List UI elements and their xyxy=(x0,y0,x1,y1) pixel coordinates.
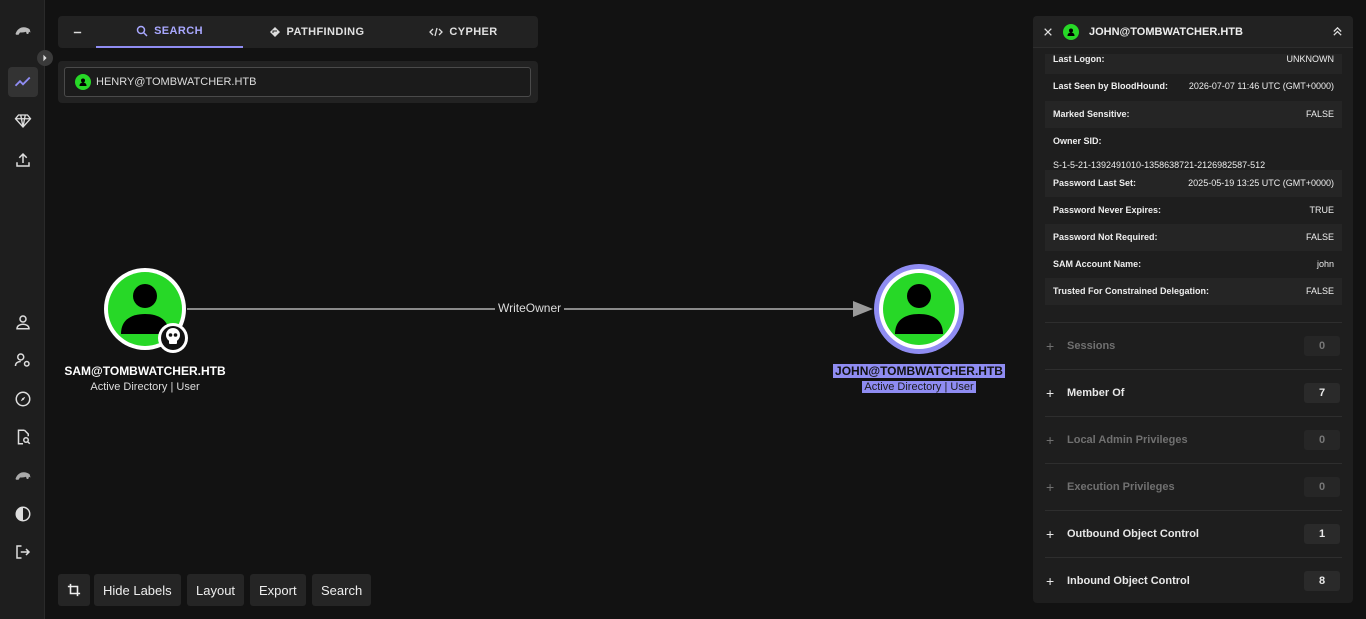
tab-cypher-label: CYPHER xyxy=(449,26,498,38)
upload-icon[interactable] xyxy=(8,145,38,175)
hide-labels-button[interactable]: Hide Labels xyxy=(94,574,181,606)
count-badge: 1 xyxy=(1304,524,1340,544)
plus-icon: + xyxy=(1046,385,1055,401)
prop-password-last-set: Password Last Set: 2025-05-19 13:25 UTC (… xyxy=(1045,170,1342,197)
user-settings-icon[interactable] xyxy=(8,345,38,375)
prop-marked-sensitive: Marked Sensitive: FALSE xyxy=(1045,101,1342,128)
skull-icon xyxy=(158,323,188,353)
panel-header: JOHN@TOMBWATCHER.HTB xyxy=(1033,16,1353,48)
export-button[interactable]: Export xyxy=(250,574,306,606)
left-nav-rail xyxy=(0,0,53,619)
user-icon xyxy=(1063,23,1079,40)
target-node-type: Active Directory | User xyxy=(862,381,976,393)
search-icon xyxy=(136,25,148,37)
plus-icon: + xyxy=(1046,573,1055,589)
explore-graph-icon[interactable] xyxy=(8,67,38,97)
prop-last-seen: Last Seen by BloodHound: 2026-07-07 11:46… xyxy=(1053,81,1334,91)
prop-password-not-required: Password Not Required: FALSE xyxy=(1045,224,1342,251)
count-badge: 0 xyxy=(1304,430,1340,450)
prop-password-never-expires: Password Never Expires: TRUE xyxy=(1053,205,1334,215)
edge-label[interactable]: WriteOwner xyxy=(495,301,565,315)
target-node-label[interactable]: JOHN@TOMBWATCHER.HTB Active Directory | … xyxy=(827,364,1011,393)
tab-cypher[interactable]: CYPHER xyxy=(390,16,537,48)
section-sessions[interactable]: + Sessions 0 xyxy=(1045,322,1342,369)
tab-search[interactable]: SEARCH xyxy=(96,16,243,48)
section-inbound-control[interactable]: + Inbound Object Control 8 xyxy=(1045,557,1342,603)
section-execution-privileges[interactable]: + Execution Privileges 0 xyxy=(1045,463,1342,510)
count-badge: 7 xyxy=(1304,383,1340,403)
search-box-wrap: HENRY@TOMBWATCHER.HTB xyxy=(58,61,538,103)
source-node-label[interactable]: SAM@TOMBWATCHER.HTB Active Directory | U… xyxy=(58,364,232,393)
section-local-admin[interactable]: + Local Admin Privileges 0 xyxy=(1045,416,1342,463)
close-icon[interactable] xyxy=(1043,27,1053,37)
plus-icon: + xyxy=(1046,526,1055,542)
minus-icon xyxy=(73,31,81,33)
plus-icon: + xyxy=(1046,479,1055,495)
property-list: Last Logon: UNKNOWN Last Seen by BloodHou… xyxy=(1045,54,1342,305)
profile-icon[interactable] xyxy=(8,307,38,337)
user-icon xyxy=(75,74,91,90)
prop-owner-sid: Owner SID: S-1-5-21-1392491010-135863872… xyxy=(1053,136,1266,170)
plus-icon: + xyxy=(1046,432,1055,448)
collapse-button[interactable] xyxy=(58,16,96,48)
panel-title: JOHN@TOMBWATCHER.HTB xyxy=(1089,25,1243,38)
search-tabs: SEARCH PATHFINDING CYPHER xyxy=(58,16,538,48)
prop-last-logon: Last Logon: UNKNOWN xyxy=(1045,54,1342,74)
tab-pathfinding-label: PATHFINDING xyxy=(286,26,365,38)
section-outbound-control[interactable]: + Outbound Object Control 1 xyxy=(1045,510,1342,557)
prop-sam-account-name: SAM Account Name: john xyxy=(1053,259,1334,269)
collapse-up-icon[interactable] xyxy=(1332,26,1343,37)
plus-icon: + xyxy=(1046,338,1055,354)
diamond-icon xyxy=(269,27,280,37)
count-badge: 0 xyxy=(1304,477,1340,497)
search-input-value: HENRY@TOMBWATCHER.HTB xyxy=(96,76,257,88)
crop-icon xyxy=(67,583,81,597)
source-node-type: Active Directory | User xyxy=(90,381,200,393)
code-icon xyxy=(429,27,444,37)
theme-toggle-icon[interactable] xyxy=(8,499,38,529)
search-button[interactable]: Search xyxy=(312,574,372,606)
gem-icon[interactable] xyxy=(8,106,38,136)
section-member-of[interactable]: + Member Of 7 xyxy=(1045,369,1342,416)
count-badge: 0 xyxy=(1304,336,1340,356)
logout-icon[interactable] xyxy=(8,537,38,567)
expand-rail-icon[interactable] xyxy=(37,50,53,66)
file-search-icon[interactable] xyxy=(8,422,38,452)
graph-node-target[interactable] xyxy=(874,264,964,354)
entity-panel: JOHN@TOMBWATCHER.HTB Last Logon: UNKNOWN … xyxy=(1033,16,1353,603)
layout-button[interactable]: Layout xyxy=(187,574,245,606)
count-badge: 8 xyxy=(1304,571,1340,591)
tab-pathfinding[interactable]: PATHFINDING xyxy=(243,16,390,48)
tab-search-label: SEARCH xyxy=(154,25,203,37)
compass-icon[interactable] xyxy=(8,384,38,414)
bloodhound-icon[interactable] xyxy=(8,461,38,491)
relationship-sections: + Sessions 0 + Member Of 7 + Local Admin… xyxy=(1045,322,1342,603)
bloodhound-logo-icon[interactable] xyxy=(8,16,38,46)
search-input[interactable]: HENRY@TOMBWATCHER.HTB xyxy=(64,67,531,97)
prop-trusted-delegation: Trusted For Constrained Delegation: FALSE xyxy=(1045,278,1342,305)
crop-button[interactable] xyxy=(58,574,90,606)
target-node-name: JOHN@TOMBWATCHER.HTB xyxy=(833,364,1005,378)
source-node-name: SAM@TOMBWATCHER.HTB xyxy=(64,364,226,378)
